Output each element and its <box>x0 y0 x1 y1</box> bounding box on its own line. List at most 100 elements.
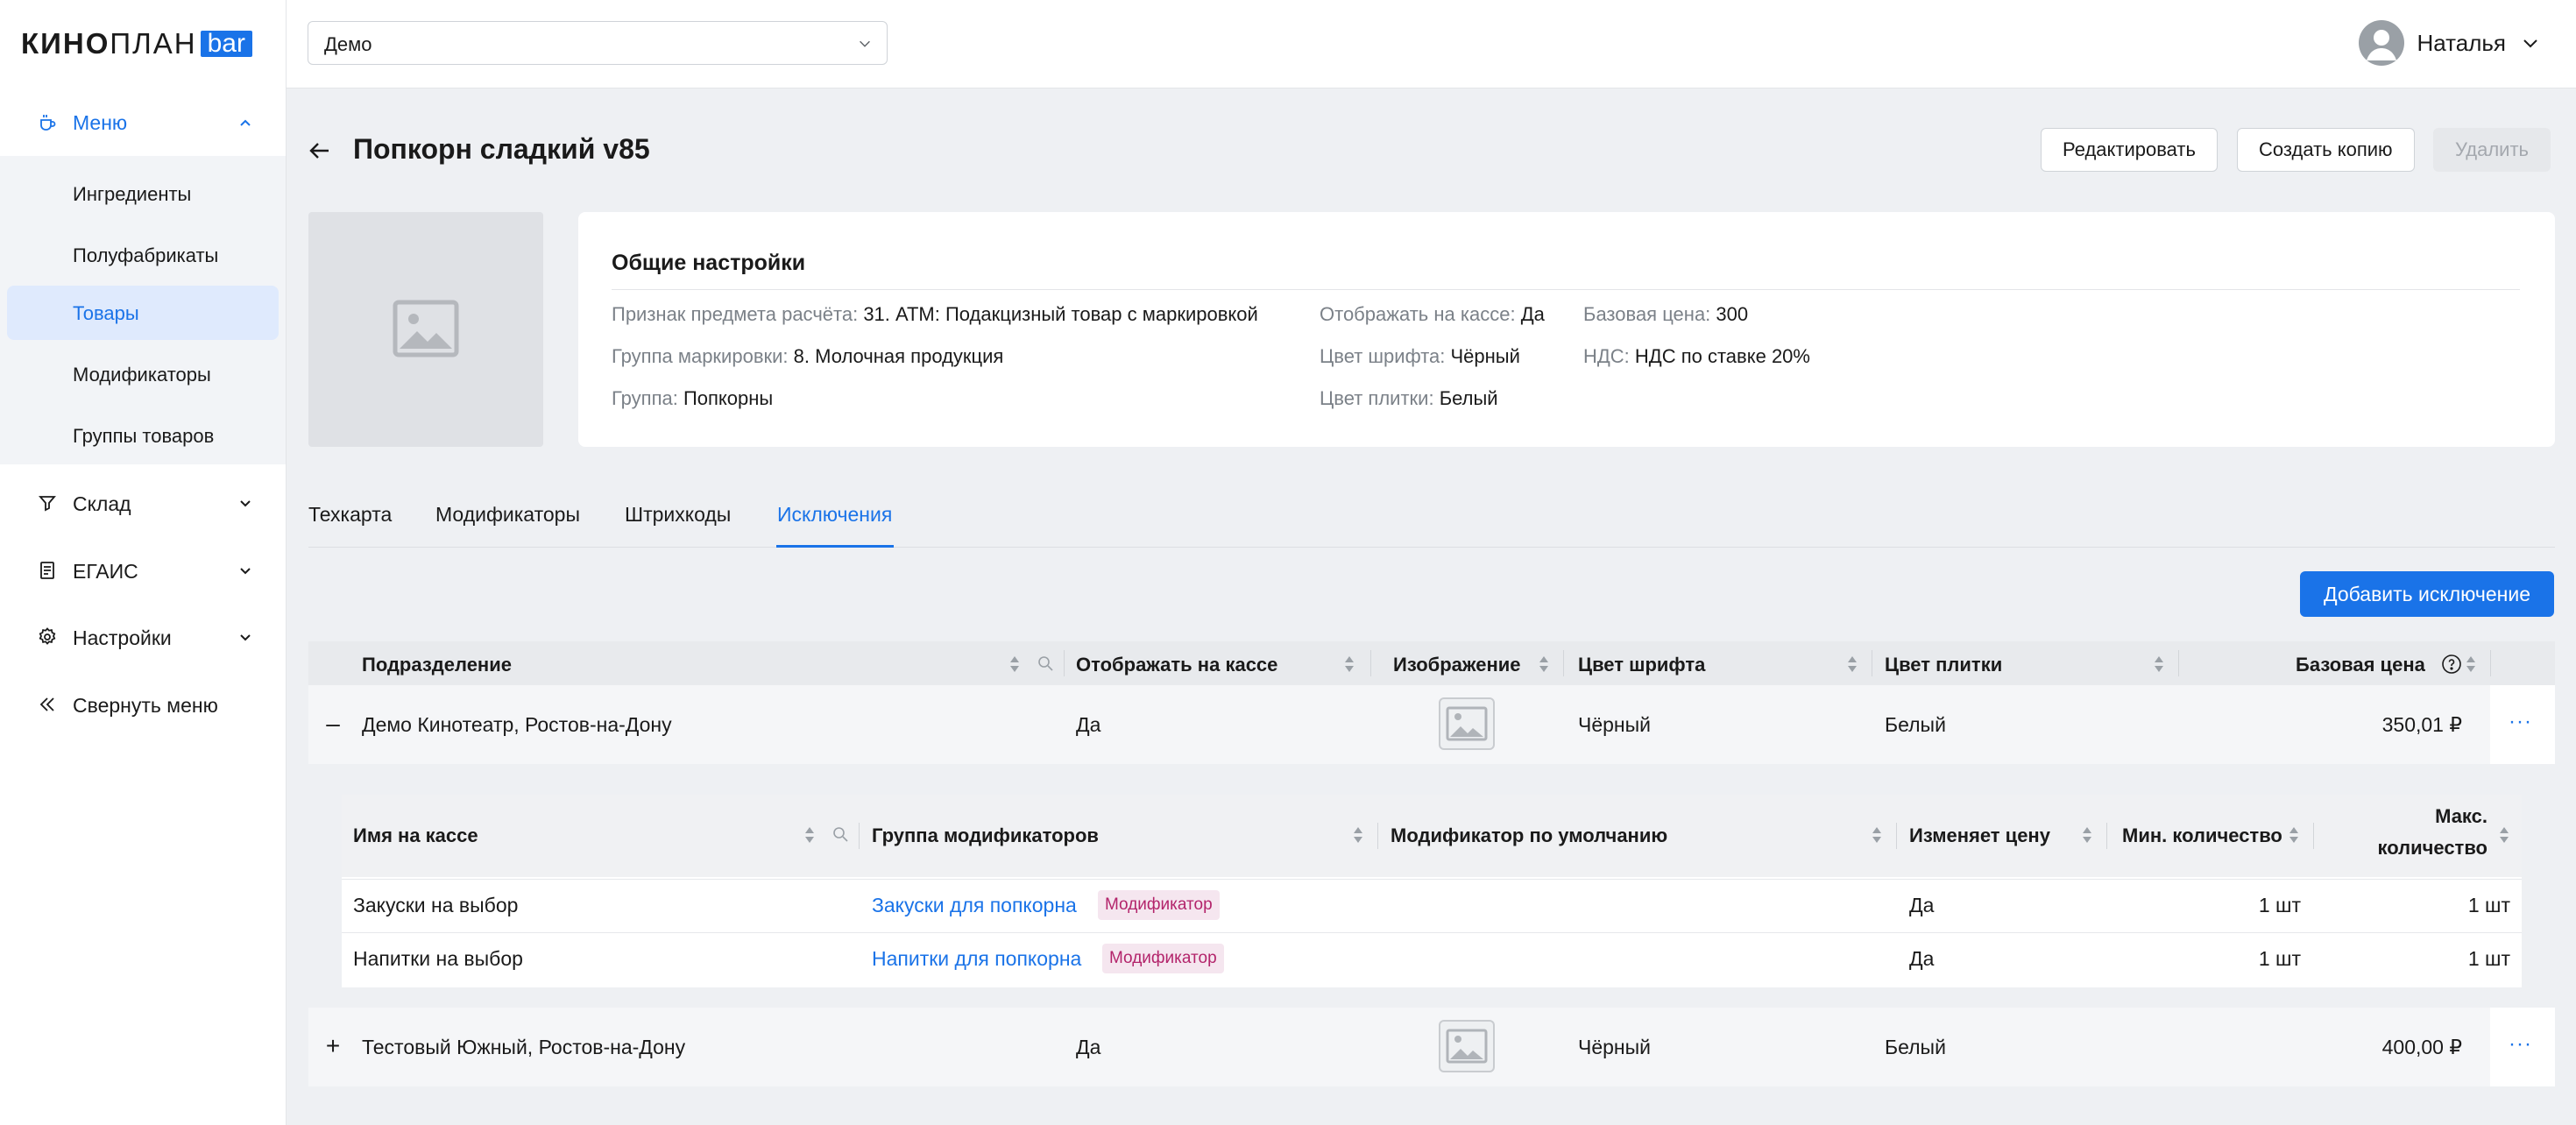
tile-color-cell: Белый <box>1885 713 1946 736</box>
column-separator <box>1563 650 1564 676</box>
column-header-max-qty-line1[interactable]: Макс. <box>2435 805 2488 828</box>
sort-icon[interactable] <box>804 825 815 845</box>
column-header-base-price[interactable]: Базовая цена <box>2296 654 2425 676</box>
column-header-modifier-group[interactable]: Группа модификаторов <box>872 824 1099 847</box>
submenu-item-product-groups[interactable]: Группы товаров <box>7 408 279 463</box>
general-settings-title: Общие настройки <box>612 251 806 275</box>
column-header-font-color[interactable]: Цвет шрифта <box>1578 654 1705 676</box>
sort-icon[interactable] <box>2154 654 2164 674</box>
logo[interactable]: КИНО ПЛАН bar <box>21 26 252 61</box>
column-separator <box>2313 823 2314 849</box>
modifier-group-link[interactable]: Напитки для попкорна <box>872 947 1081 971</box>
create-copy-button[interactable]: Создать копию <box>2237 128 2415 172</box>
sidebar-item-settings[interactable]: Настройки <box>0 611 286 663</box>
collapse-row-button[interactable]: – <box>322 710 343 738</box>
logo-plan: ПЛАН <box>110 27 197 60</box>
division-cell: Демо Кинотеатр, Ростов-на-Дону <box>362 713 672 736</box>
column-header-division[interactable]: Подразделение <box>362 654 512 676</box>
page-title: Попкорн сладкий v85 <box>353 133 650 165</box>
price-cell: 400,00 ₽ <box>2381 1036 2462 1058</box>
sort-icon[interactable] <box>1847 654 1858 674</box>
help-icon[interactable] <box>2441 654 2462 675</box>
sidebar-item-egais[interactable]: ЕГАИС <box>0 544 286 597</box>
tab-barcodes[interactable]: Штрихкоды <box>625 503 731 527</box>
base-price: Базовая цена: 300 <box>1583 303 1749 325</box>
tab-techcard[interactable]: Техкарта <box>308 503 392 527</box>
modifiers-subtable: Имя на кассе Группа модификаторов Модифи… <box>342 795 2522 987</box>
cinema-select-value: Демо <box>324 33 372 55</box>
search-icon[interactable] <box>1037 655 1053 671</box>
column-header-min-qty[interactable]: Мин. количество <box>2122 824 2282 847</box>
pos-name-cell: Закуски на выбор <box>353 894 519 916</box>
tile-color: Цвет плитки: Белый <box>1320 387 1498 409</box>
column-header-image[interactable]: Изображение <box>1393 654 1521 676</box>
exceptions-table: Подразделение Отображать на кассе Изобра… <box>308 641 2555 1086</box>
subtable-header: Имя на кассе Группа модификаторов Модифи… <box>342 795 2522 877</box>
more-actions-button[interactable]: ··· <box>2509 710 2532 734</box>
submenu-item-semi-finished[interactable]: Полуфабрикаты <box>7 228 279 282</box>
submenu-item-ingredients[interactable]: Ингредиенты <box>7 166 279 221</box>
more-actions-button[interactable]: ··· <box>2509 1032 2532 1057</box>
collapse-menu-button[interactable]: Свернуть меню <box>0 678 286 731</box>
delete-button[interactable]: Удалить <box>2433 128 2551 172</box>
modifier-group-link[interactable]: Закуски для попкорна <box>872 894 1077 917</box>
sort-icon[interactable] <box>1539 654 1549 674</box>
user-menu[interactable]: Наталья <box>2359 19 2541 67</box>
chevron-down-icon <box>240 568 251 575</box>
search-icon[interactable] <box>832 826 848 842</box>
max-qty-cell: 1 шт <box>2467 947 2510 970</box>
logo-bar: bar <box>200 31 252 57</box>
sort-icon[interactable] <box>1872 825 1882 845</box>
cinema-select[interactable]: Демо <box>308 21 888 65</box>
chevron-up-icon <box>240 119 251 126</box>
chevron-down-icon <box>240 500 251 507</box>
max-qty-cell: 1 шт <box>2467 894 2510 916</box>
expand-row-button[interactable]: + <box>322 1032 343 1060</box>
user-name: Наталья <box>2417 29 2506 56</box>
tab-modifiers[interactable]: Модификаторы <box>435 503 580 527</box>
gear-icon <box>39 627 56 645</box>
column-header-default-modifier[interactable]: Модификатор по умолчанию <box>1391 824 1667 847</box>
sort-icon[interactable] <box>2082 825 2092 845</box>
sidebar-item-menu[interactable]: Меню <box>0 96 286 149</box>
sort-icon[interactable] <box>2289 825 2299 845</box>
column-header-tile-color[interactable]: Цвет плитки <box>1885 654 2002 676</box>
subtable-row: Напитки на выбор Напитки для попкорна Мо… <box>342 932 2522 986</box>
column-header-show[interactable]: Отображать на кассе <box>1076 654 1277 676</box>
sidebar-item-label: Меню <box>73 110 128 134</box>
sort-icon[interactable] <box>1344 654 1355 674</box>
column-separator <box>1896 823 1897 849</box>
document-icon <box>40 562 54 579</box>
column-header-pos-name[interactable]: Имя на кассе <box>353 824 478 847</box>
logo-kino: КИНО <box>21 27 110 60</box>
table-row[interactable]: – Демо Кинотеатр, Ростов-на-Дону Да Чёрн… <box>308 685 2555 764</box>
table-header: Подразделение Отображать на кассе Изобра… <box>308 641 2555 685</box>
column-separator <box>1377 823 1378 849</box>
column-header-changes-price[interactable]: Изменяет цену <box>1909 824 2050 847</box>
image-icon <box>393 300 459 357</box>
submenu-item-products[interactable]: Товары <box>7 286 279 340</box>
column-header-max-qty-line2[interactable]: количество <box>2377 837 2488 860</box>
table-row[interactable]: + Тестовый Южный, Ростов-на-Дону Да Чёрн… <box>308 1008 2555 1086</box>
min-qty-cell: 1 шт <box>2258 947 2301 970</box>
divider <box>612 289 2520 290</box>
add-exception-button[interactable]: Добавить исключение <box>2300 571 2554 617</box>
edit-button[interactable]: Редактировать <box>2041 128 2218 172</box>
topbar: Демо Наталья <box>287 0 2576 88</box>
sort-icon[interactable] <box>2499 825 2509 845</box>
pos-name-cell: Напитки на выбор <box>353 947 523 970</box>
column-separator <box>2106 823 2107 849</box>
product-group: Группа: Попкорны <box>612 387 774 409</box>
column-separator <box>1370 650 1371 676</box>
show-on-pos: Отображать на кассе: Да <box>1320 303 1545 325</box>
sort-icon[interactable] <box>2466 654 2476 674</box>
sort-icon[interactable] <box>1009 654 1020 674</box>
font-color-cell: Чёрный <box>1578 713 1651 736</box>
submenu-item-modifiers[interactable]: Модификаторы <box>7 347 279 401</box>
marking-group: Группа маркировки: 8. Молочная продукция <box>612 345 1004 367</box>
sort-icon[interactable] <box>1353 825 1363 845</box>
sidebar-item-warehouse[interactable]: Склад <box>0 477 286 529</box>
tab-exceptions[interactable]: Исключения <box>777 503 892 527</box>
back-arrow-icon[interactable] <box>307 138 333 164</box>
tabs-divider <box>308 547 2555 548</box>
